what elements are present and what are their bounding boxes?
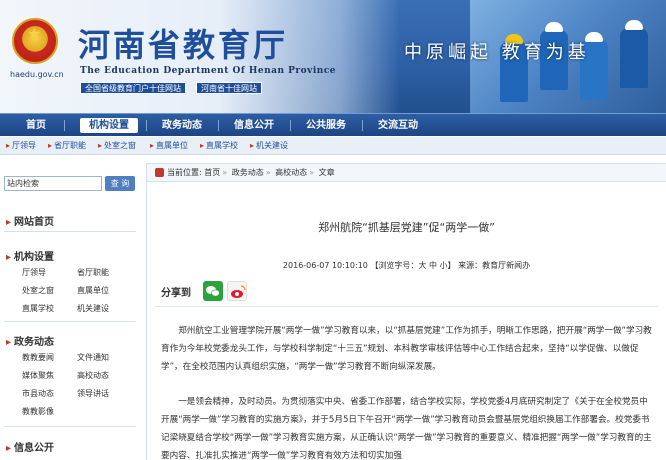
sidebar-link[interactable]: 领导讲话	[77, 388, 109, 399]
nav-divider	[64, 120, 65, 131]
sidebar-link[interactable]: 教教影像	[22, 406, 54, 417]
breadcrumb-separator: »	[309, 168, 315, 177]
breadcrumb-separator: »	[222, 168, 228, 177]
bullet-icon: ▸	[6, 252, 12, 263]
sub-nav: 厅领导 省厅职能 处室之窗 直属单位 直属学校 机关建设	[0, 137, 666, 155]
divider	[4, 231, 136, 232]
bullet-icon: ▸	[6, 337, 12, 348]
font-size-small[interactable]: 小	[440, 261, 448, 270]
sidebar-link[interactable]: 直属学校	[22, 303, 54, 314]
site-title: 河南省教育厅	[78, 26, 289, 64]
breadcrumb-item[interactable]: 首页	[204, 168, 220, 177]
sidebar-link[interactable]: 媒体聚焦	[22, 370, 54, 381]
article-source: 来源：教育厅新闻办	[458, 261, 531, 270]
nav-divider	[362, 120, 363, 131]
sidebar-link[interactable]: 高校动态	[77, 370, 109, 381]
sidebar-link[interactable]: 省厅职能	[77, 267, 109, 278]
sidebar-link[interactable]: 市县动态	[22, 388, 54, 399]
font-size-label: 【浏览字号：	[370, 261, 419, 270]
national-emblem-icon: ★	[12, 18, 58, 64]
award-badge: 河南省十佳网站	[196, 82, 262, 94]
search-input[interactable]	[4, 176, 102, 191]
share-label: 分享到	[161, 288, 191, 299]
divider	[4, 321, 136, 322]
sidebar-link[interactable]: 教教要闻	[22, 352, 54, 363]
breadcrumb-item: 文章	[318, 168, 335, 177]
font-size-medium[interactable]: 中	[429, 261, 437, 270]
slogan: 中原崛起 教育为基	[404, 42, 590, 63]
sidebar-section-disclosure[interactable]: ▸ 信息公开	[6, 439, 54, 454]
location-icon	[155, 168, 164, 177]
worker-figure	[620, 28, 648, 88]
breadcrumb-item[interactable]: 高校动态	[275, 168, 307, 177]
nav-item-interaction[interactable]: 交流互动	[374, 118, 422, 133]
article-meta: 2016-06-07 10:10:10 【浏览字号：大 中 小】 来源：教育厅新…	[147, 260, 666, 271]
breadcrumb-separator: »	[265, 168, 271, 177]
sidebar-section-title: 政务动态	[14, 337, 55, 348]
breadcrumb-trail: 当前位置: 首页» 政务动态» 高校动态» 文章	[167, 167, 335, 179]
star-icon: ★	[27, 24, 42, 43]
sidebar-link[interactable]: 厅领导	[22, 267, 46, 278]
sidebar-section-home[interactable]: ▸ 网站首页	[6, 213, 54, 228]
nav-item-home[interactable]: 首页	[22, 118, 50, 133]
sidebar-section-news[interactable]: ▸ 政务动态	[6, 333, 54, 348]
site-header: ★ haedu.gov.cn 河南省教育厅 The Education Depa…	[0, 0, 666, 113]
sidebar-link[interactable]: 处室之窗	[22, 285, 54, 296]
font-size-end: 】	[447, 261, 456, 270]
main-nav: 首页 机构设置 ▾ 政务动态 信息公开 公共服务 交流互动	[0, 113, 666, 146]
subnav-item[interactable]: 直属单位	[150, 140, 188, 152]
nav-item-label: 机构设置	[89, 120, 129, 131]
sidebar: 查 询 ▸网站首页 ▸机构设置 厅领导 省厅职能 处室之窗 直属单位 直属学校 …	[0, 163, 140, 460]
article-date: 2016-06-07 10:10:10	[282, 261, 368, 270]
article-panel: 当前位置: 首页» 政务动态» 高校动态» 文章 郑州航院“抓基层党建”促“两学…	[146, 163, 666, 460]
subnav-item[interactable]: 直属学校	[200, 140, 238, 152]
award-badge: 全国省级教育门户十佳网站	[80, 82, 186, 94]
subnav-item[interactable]: 省厅职能	[48, 140, 86, 152]
site-english-title: The Education Department Of Henan Provin…	[80, 66, 337, 76]
font-size-large[interactable]: 大	[418, 261, 426, 270]
divider	[155, 306, 658, 307]
subnav-item[interactable]: 机关建设	[250, 140, 288, 152]
sidebar-section-title: 网站首页	[14, 217, 55, 228]
sidebar-link[interactable]: 机关建设	[77, 303, 109, 314]
bullet-icon: ▸	[6, 443, 12, 454]
article-title: 郑州航院“抓基层党建”促“两学一做”	[318, 221, 495, 234]
nav-item-services[interactable]: 公共服务	[302, 118, 350, 133]
subnav-item[interactable]: 厅领导	[6, 140, 36, 152]
site-url: haedu.gov.cn	[10, 70, 64, 79]
nav-item-organization[interactable]: 机构设置 ▾	[80, 118, 138, 146]
search-button[interactable]: 查 询	[105, 176, 135, 191]
breadcrumb-label: 当前位置:	[167, 168, 202, 177]
nav-divider	[146, 120, 147, 131]
helmet-icon	[625, 20, 643, 30]
wechat-share-icon[interactable]	[203, 281, 223, 301]
sidebar-section-organization[interactable]: ▸ 机构设置	[6, 248, 54, 263]
nav-item-disclosure[interactable]: 信息公开	[230, 118, 278, 133]
weibo-share-icon[interactable]	[227, 281, 247, 301]
sidebar-section-title: 信息公开	[14, 443, 55, 454]
article-paragraph: 郑州航空工业管理学院开展“两学一做”学习教育以来，以“抓基层党建”工作为抓手，明…	[161, 326, 652, 372]
sidebar-section-title: 机构设置	[14, 252, 55, 263]
nav-item-news[interactable]: 政务动态	[158, 118, 206, 133]
sidebar-link[interactable]: 直属单位	[77, 285, 109, 296]
divider	[4, 426, 136, 427]
subnav-item[interactable]: 处室之窗	[98, 140, 136, 152]
helmet-icon	[545, 22, 563, 32]
sidebar-link[interactable]: 文件通知	[77, 352, 109, 363]
nav-divider	[218, 120, 219, 131]
nav-divider	[290, 120, 291, 131]
breadcrumb: 当前位置: 首页» 政务动态» 高校动态» 文章	[147, 164, 666, 182]
bullet-icon: ▸	[6, 217, 12, 228]
article-paragraph: 一是领会精神，及时动员。为贯彻落实中央、省委工作部署，结合学校实际，学校党委4月…	[161, 397, 652, 460]
breadcrumb-item[interactable]: 政务动态	[232, 168, 264, 177]
